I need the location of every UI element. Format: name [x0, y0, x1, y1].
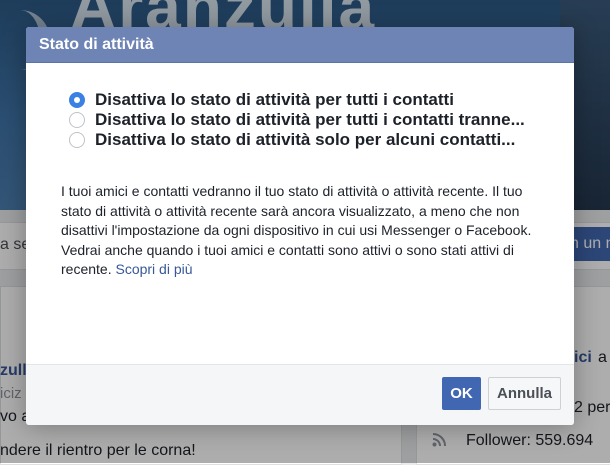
- cancel-button[interactable]: Annulla: [488, 377, 561, 410]
- dialog-description: I tuoi amici e contatti vedranno il tuo …: [61, 182, 552, 280]
- option-label: Disattiva lo stato di attività solo per …: [95, 130, 516, 149]
- dialog-header: Stato di attività: [26, 27, 574, 63]
- option-disable-all[interactable]: Disattiva lo stato di attività per tutti…: [69, 90, 574, 110]
- option-disable-all-except[interactable]: Disattiva lo stato di attività per tutti…: [69, 110, 574, 130]
- option-label: Disattiva lo stato di attività per tutti…: [95, 110, 525, 129]
- activity-status-dialog: Stato di attività Disattiva lo stato di …: [26, 27, 574, 425]
- option-disable-some[interactable]: Disattiva lo stato di attività solo per …: [69, 130, 574, 150]
- option-label: Disattiva lo stato di attività per tutti…: [95, 90, 454, 109]
- ok-button[interactable]: OK: [442, 377, 481, 410]
- dialog-title: Stato di attività: [39, 35, 154, 53]
- option-list: Disattiva lo stato di attività per tutti…: [26, 63, 574, 150]
- dialog-footer: OK Annulla: [26, 364, 574, 425]
- radio-unselected-icon[interactable]: [69, 112, 85, 128]
- radio-unselected-icon[interactable]: [69, 132, 85, 148]
- radio-selected-icon[interactable]: [69, 92, 85, 108]
- learn-more-link[interactable]: Scopri di più: [115, 261, 192, 277]
